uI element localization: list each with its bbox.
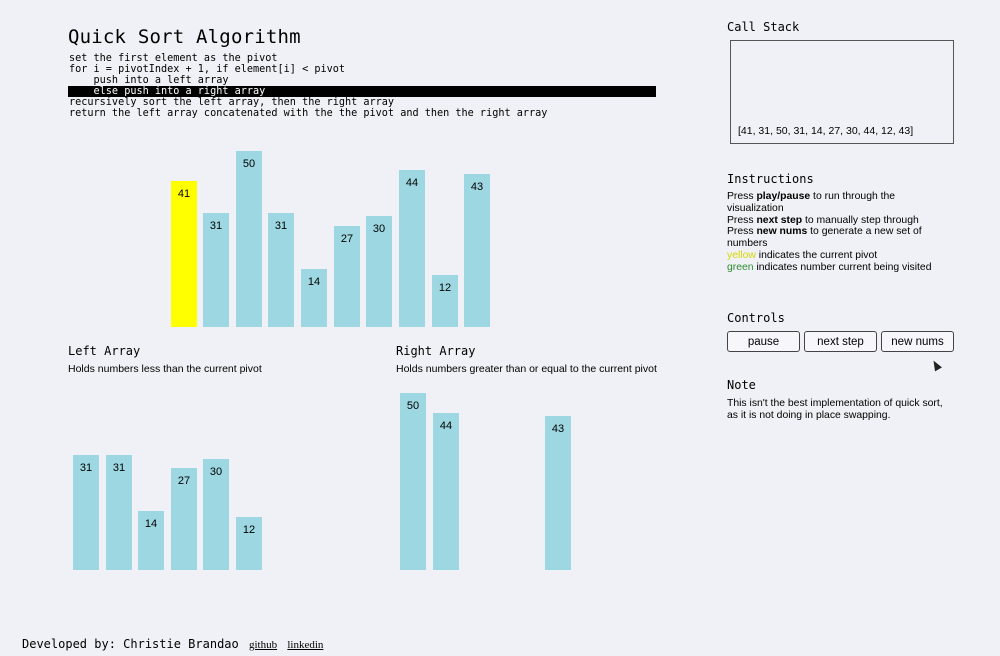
pseudocode-line: recursively sort the left array, then th…	[69, 97, 395, 108]
pseudocode-line: push into a left array	[69, 75, 229, 86]
pause-button[interactable]: pause	[727, 331, 800, 352]
pseudocode-line: return the left array concatenated with …	[69, 108, 548, 119]
controls-heading: Controls	[727, 311, 785, 325]
instruction-new: Press new nums to generate a new set of …	[727, 226, 922, 250]
left-bar: 30	[203, 459, 229, 570]
instruction-yellow-legend: yellow indicates the current pivot	[727, 249, 878, 261]
instructions-text: Press play/pause to run through the visu…	[727, 191, 947, 274]
instruction-green-legend: green indicates number current being vis…	[727, 261, 932, 273]
main-bar: 43	[464, 174, 490, 327]
main-bar: 44	[399, 170, 425, 327]
note-heading: Note	[727, 378, 756, 392]
pseudocode-line: set the first element as the pivot	[69, 53, 278, 64]
call-stack-entry: [41, 31, 50, 31, 14, 27, 30, 44, 12, 43]	[738, 125, 914, 137]
right-bar: 43	[545, 416, 571, 570]
instruction-next: Press next step to manually step through	[727, 214, 919, 226]
github-link[interactable]: github	[249, 639, 277, 651]
left-bar: 12	[236, 517, 262, 570]
pseudocode-line: else push into a right array	[68, 86, 656, 97]
next-step-button[interactable]: next step	[804, 331, 877, 352]
main-bar: 31	[203, 213, 229, 327]
main-bar: 12	[432, 275, 458, 327]
right-bar: 44	[433, 413, 459, 570]
right-array-heading: Right Array	[396, 344, 476, 358]
linkedin-link[interactable]: linkedin	[287, 639, 323, 651]
right-array-description: Holds numbers greater than or equal to t…	[396, 363, 657, 375]
footer: Developed by: Christie Brandao github li…	[22, 637, 323, 651]
call-stack-heading: Call Stack	[727, 20, 800, 34]
pseudocode-line: for i = pivotIndex + 1, if element[i] < …	[69, 64, 346, 75]
page-title: Quick Sort Algorithm	[68, 26, 301, 48]
footer-credit: Developed by: Christie Brandao	[22, 637, 239, 651]
main-bar: 30	[366, 216, 392, 327]
instructions-heading: Instructions	[727, 172, 814, 186]
main-bar: 14	[301, 269, 327, 327]
main-bar: 31	[268, 213, 294, 327]
main-bar: 27	[334, 226, 360, 327]
left-bar: 31	[106, 455, 132, 570]
main-bar: 41	[171, 181, 197, 327]
left-bar: 14	[138, 511, 164, 570]
call-stack-panel: [41, 31, 50, 31, 14, 27, 30, 44, 12, 43]	[730, 40, 954, 144]
left-array-description: Holds numbers less than the current pivo…	[68, 363, 262, 375]
left-bar: 27	[171, 468, 197, 570]
left-array-heading: Left Array	[68, 344, 141, 358]
new-nums-button[interactable]: new nums	[881, 331, 954, 352]
main-bar: 50	[236, 151, 262, 327]
note-text: This isn't the best implementation of qu…	[727, 398, 943, 421]
left-bar: 31	[73, 455, 99, 570]
instruction-play: Press play/pause to run through the visu…	[727, 191, 896, 214]
mouse-cursor-icon	[930, 358, 942, 372]
pseudocode-block: set the first element as the pivot for i…	[68, 53, 656, 119]
right-bar: 50	[400, 393, 426, 570]
